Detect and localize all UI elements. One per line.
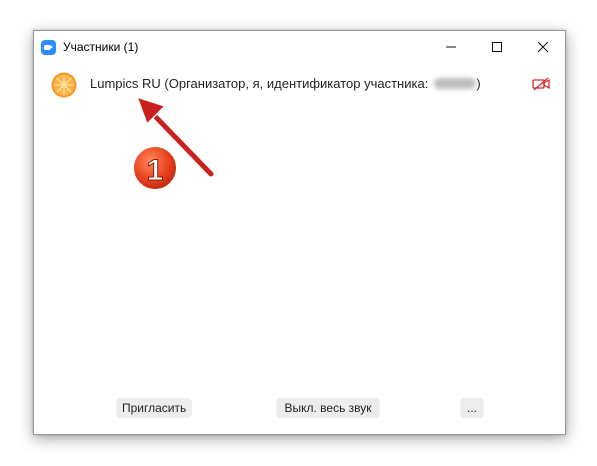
maximize-icon (491, 42, 502, 52)
title-bar[interactable]: Участники (1) (34, 31, 565, 63)
participant-name-suffix: ) (476, 76, 481, 91)
video-off-icon[interactable] (532, 77, 550, 91)
close-icon (537, 41, 548, 53)
participants-window: Участники (1) Lumpics RU (Организатор, я… (33, 30, 566, 435)
window-title: Участники (1) (63, 40, 139, 54)
mute-all-button[interactable]: Выкл. весь звук (276, 398, 380, 418)
participant-row[interactable]: Lumpics RU (Организатор, я, идентификато… (34, 68, 565, 100)
minimize-icon (445, 46, 456, 48)
participant-name-text: Lumpics RU (Организатор, я, идентификато… (90, 76, 429, 91)
participant-name: Lumpics RU (Организатор, я, идентификато… (90, 76, 481, 91)
zoom-camera-icon (41, 40, 56, 55)
minimize-button[interactable] (428, 31, 473, 63)
orange-slice-avatar (51, 72, 77, 98)
more-button[interactable]: ... (460, 398, 484, 418)
maximize-button[interactable] (474, 31, 519, 63)
redacted-participant-id (434, 78, 477, 89)
close-button[interactable] (520, 31, 565, 63)
invite-button[interactable]: Пригласить (116, 398, 192, 418)
